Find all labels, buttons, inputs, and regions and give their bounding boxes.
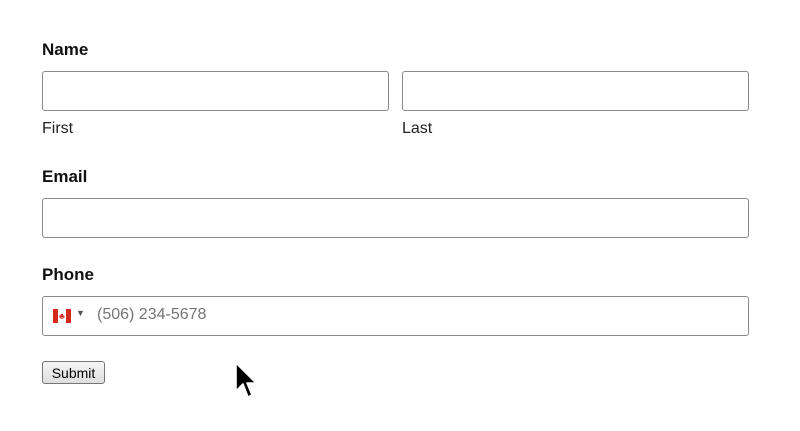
phone-label: Phone: [42, 265, 94, 284]
mouse-pointer-icon: [235, 362, 257, 398]
phone-placeholder: (506) 234-5678: [97, 306, 207, 323]
canada-flag-icon[interactable]: ♣: [53, 309, 71, 323]
name-label: Name: [42, 40, 89, 59]
phone-input[interactable]: ♣ ▼ (506) 234-5678: [42, 296, 749, 336]
email-label: Email: [42, 167, 88, 186]
first-name-input[interactable]: [42, 71, 389, 111]
submit-button[interactable]: Submit: [42, 361, 105, 384]
contact-form: Name First Last Email Phone ♣ ▼ (506) 23…: [0, 0, 800, 431]
last-name-input[interactable]: [402, 71, 749, 111]
country-dropdown-caret-icon[interactable]: ▼: [76, 308, 85, 318]
first-name-sublabel: First: [42, 120, 74, 137]
last-name-sublabel: Last: [402, 120, 433, 137]
email-input[interactable]: [42, 198, 749, 238]
